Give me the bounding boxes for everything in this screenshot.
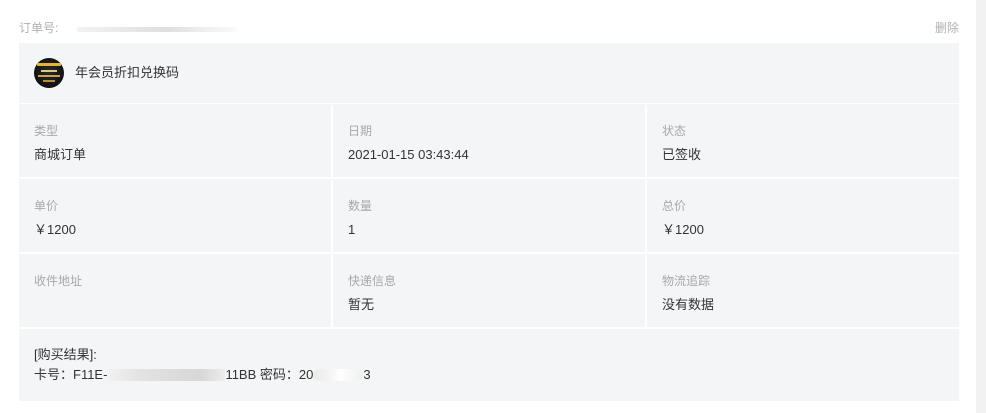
detail-value: ￥1200 <box>662 222 704 237</box>
detail-value: 没有数据 <box>662 297 715 312</box>
delete-button[interactable]: 删除 <box>935 20 959 36</box>
product-row: 年会员折扣兑换码 <box>19 43 959 104</box>
detail-value: 已签收 <box>662 147 702 162</box>
detail-quantity: 数量 1 <box>333 180 647 254</box>
scrollbar[interactable] <box>976 0 986 413</box>
detail-tracking: 物流追踪 没有数据 <box>647 255 959 329</box>
detail-value: 商城订单 <box>34 147 87 162</box>
detail-label: 类型 <box>34 124 59 138</box>
detail-label: 单价 <box>34 199 59 213</box>
detail-label: 状态 <box>662 124 687 138</box>
detail-label: 物流追踪 <box>662 274 711 288</box>
card-number-suffix: 11BB 密码：20 <box>225 367 314 382</box>
detail-value: 暂无 <box>348 297 375 312</box>
card-number-prefix: 卡号：F11E- <box>34 367 108 382</box>
order-header: 订单号: 删除 <box>19 20 959 38</box>
detail-address: 收件地址 <box>19 255 333 329</box>
detail-status: 状态 已签收 <box>647 105 959 179</box>
detail-total-price: 总价 ￥1200 <box>647 180 959 254</box>
order-number-label: 订单号: <box>19 21 59 35</box>
detail-value: 2021-01-15 03:43:44 <box>348 147 469 162</box>
password-suffix: 3 <box>363 367 371 382</box>
detail-unit-price: 单价 ￥1200 <box>19 180 333 254</box>
detail-date: 日期 2021-01-15 03:43:44 <box>333 105 647 179</box>
card-credentials[interactable]: 卡号：F11E- 11BB 密码：20 3 <box>34 367 371 383</box>
detail-label: 日期 <box>348 124 373 138</box>
purchase-result-title: [购买结果]: <box>34 347 97 362</box>
order-details-grid: 类型 商城订单 日期 2021-01-15 03:43:44 状态 已签收 单价… <box>19 105 959 330</box>
detail-label: 快递信息 <box>348 274 397 288</box>
detail-type: 类型 商城订单 <box>19 105 333 179</box>
detail-value: 1 <box>348 222 356 237</box>
card-number-redacted <box>107 369 226 381</box>
detail-label: 数量 <box>348 199 373 213</box>
product-thumbnail <box>34 58 64 88</box>
password-redacted <box>313 369 364 381</box>
detail-value: ￥1200 <box>34 222 76 237</box>
detail-label: 收件地址 <box>34 274 83 288</box>
order-number-redacted <box>77 27 237 32</box>
product-name[interactable]: 年会员折扣兑换码 <box>75 65 179 81</box>
purchase-result: [购买结果]: 卡号：F11E- 11BB 密码：20 3 <box>19 330 959 401</box>
detail-express: 快递信息 暂无 <box>333 255 647 329</box>
detail-label: 总价 <box>662 199 687 213</box>
order-card: 年会员折扣兑换码 类型 商城订单 日期 2021-01-15 03:43:44 … <box>19 43 959 401</box>
